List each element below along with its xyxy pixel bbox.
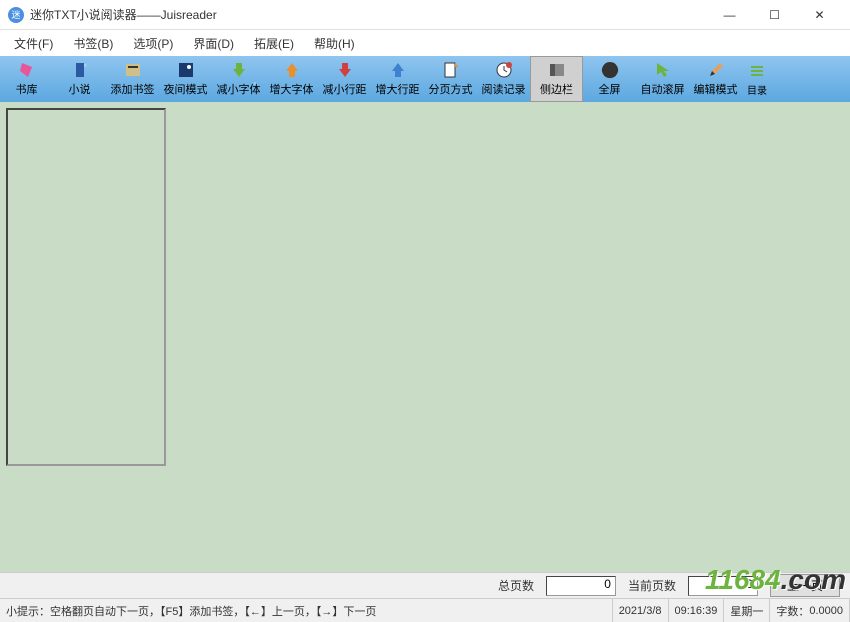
dec-line-button[interactable]: 减小行距 (318, 56, 371, 102)
sidebar-button[interactable]: 侧边栏 (530, 56, 583, 102)
auto-scroll-label: 自动滚屏 (641, 81, 685, 97)
dec-line-label: 减小行距 (323, 81, 367, 97)
dec-font-label: 减小字体 (217, 81, 261, 97)
bookmark-icon (124, 61, 142, 79)
minimize-button[interactable]: — (707, 0, 752, 30)
radiation-icon (601, 61, 619, 79)
inc-font-button[interactable]: 增大字体 (265, 56, 318, 102)
read-history-label: 阅读记录 (482, 81, 526, 97)
sidebar-panel[interactable] (6, 108, 166, 466)
total-pages-value: 0 (546, 576, 616, 596)
status-tip: 小提示：空格翻页自动下一页，【F5】添加书签，【←】上一页，【→】下一页 (0, 599, 613, 622)
content-area (0, 102, 850, 572)
sidebar-label: 侧边栏 (540, 81, 573, 97)
titlebar: 迷 迷你TXT小说阅读器——Juisreader — ☐ ✕ (0, 0, 850, 30)
menubar: 文件(F) 书签(B) 选项(P) 界面(D) 拓展(E) 帮助(H) (0, 30, 850, 56)
current-page-value: 0 (688, 576, 758, 596)
app-icon: 迷 (8, 7, 24, 23)
inc-line-label: 增大行距 (376, 81, 420, 97)
arrow-up-orange-icon (283, 61, 301, 79)
page-mode-label: 分页方式 (429, 81, 473, 97)
add-bookmark-button[interactable]: 添加书签 (106, 56, 159, 102)
novel-icon (71, 61, 89, 79)
close-button[interactable]: ✕ (797, 0, 842, 30)
menu-options[interactable]: 选项(P) (123, 31, 183, 56)
total-pages-label: 总页数 (498, 577, 534, 594)
inc-line-button[interactable]: 增大行距 (371, 56, 424, 102)
menu-extension[interactable]: 拓展(E) (244, 31, 304, 56)
menu-help[interactable]: 帮助(H) (304, 31, 365, 56)
fullscreen-label: 全屏 (599, 81, 621, 97)
library-icon (18, 61, 36, 79)
maximize-button[interactable]: ☐ (752, 0, 797, 30)
night-icon (177, 61, 195, 79)
status-time: 09:16:39 (669, 599, 725, 622)
arrow-down-green-icon (230, 61, 248, 79)
night-mode-label: 夜间模式 (164, 81, 208, 97)
cursor-icon (654, 61, 672, 79)
window-controls: — ☐ ✕ (707, 0, 842, 30)
toolbar: 书库 小说 添加书签 夜间模式 减小字体 增大字体 减小行距 增大行距 分页方式… (0, 56, 850, 102)
catalog-button[interactable]: 目录 (742, 56, 772, 102)
inc-font-label: 增大字体 (270, 81, 314, 97)
night-mode-button[interactable]: 夜间模式 (159, 56, 212, 102)
status-weekday: 星期一 (724, 599, 770, 622)
edit-mode-button[interactable]: 编辑模式 (689, 56, 742, 102)
fullscreen-button[interactable]: 全屏 (583, 56, 636, 102)
status-date: 2021/3/8 (613, 599, 669, 622)
arrow-up-blue-icon (389, 61, 407, 79)
pencil-icon (707, 61, 725, 79)
arrow-down-red-icon (336, 61, 354, 79)
reading-panel[interactable] (168, 106, 846, 568)
list-icon (748, 62, 766, 80)
add-bookmark-label: 添加书签 (111, 81, 155, 97)
menu-file[interactable]: 文件(F) (4, 31, 63, 56)
current-page-label: 当前页数 (628, 577, 676, 594)
pager-bar: 总页数 0 当前页数 0 上一页 (0, 572, 850, 598)
word-count-label: 字数： (776, 603, 809, 619)
prev-page-button[interactable]: 上一页 (770, 574, 840, 597)
library-button[interactable]: 书库 (0, 56, 53, 102)
word-count-value: 0.0000 (809, 605, 843, 617)
page-mode-button[interactable]: 分页方式 (424, 56, 477, 102)
menu-bookmark[interactable]: 书签(B) (63, 31, 123, 56)
dec-font-button[interactable]: 减小字体 (212, 56, 265, 102)
novel-label: 小说 (69, 81, 91, 97)
edit-mode-label: 编辑模式 (694, 81, 738, 97)
status-word-count: 字数：0.0000 (770, 599, 850, 622)
read-history-button[interactable]: 阅读记录 (477, 56, 530, 102)
catalog-label: 目录 (747, 82, 767, 97)
page-icon (442, 61, 460, 79)
clock-icon (495, 61, 513, 79)
window-title: 迷你TXT小说阅读器——Juisreader (30, 6, 707, 23)
statusbar: 小提示：空格翻页自动下一页，【F5】添加书签，【←】上一页，【→】下一页 202… (0, 598, 850, 622)
library-label: 书库 (16, 81, 38, 97)
sidebar-icon (548, 61, 566, 79)
menu-interface[interactable]: 界面(D) (183, 31, 244, 56)
auto-scroll-button[interactable]: 自动滚屏 (636, 56, 689, 102)
novel-button[interactable]: 小说 (53, 56, 106, 102)
